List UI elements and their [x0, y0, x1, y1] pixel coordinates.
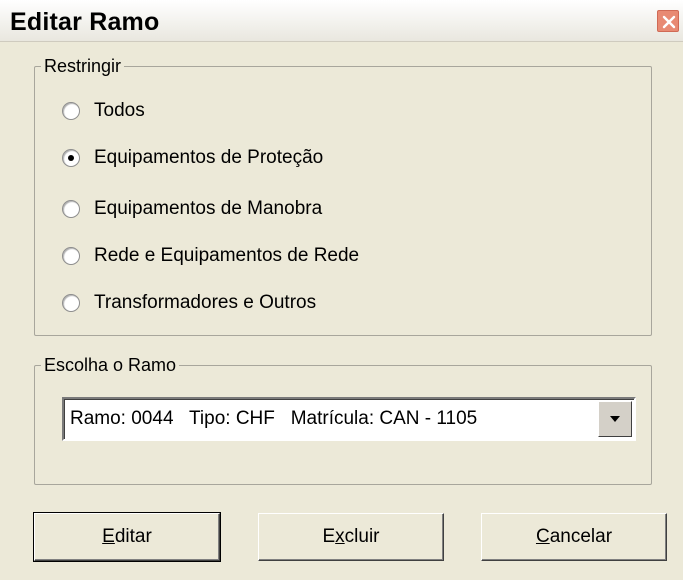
cancel-button-accel: C — [535, 526, 550, 547]
radio-label: Equipamentos de Proteção — [94, 147, 324, 168]
radio-button[interactable] — [62, 200, 80, 218]
radio-label: Todos — [94, 100, 145, 121]
radio-transformadores[interactable]: Transformadores e Outros — [62, 290, 316, 316]
branch-legend: Escolha o Ramo — [44, 355, 177, 375]
delete-button-accel: x — [335, 526, 345, 547]
radio-label: Rede e Equipamentos de Rede — [94, 245, 360, 266]
radio-todos[interactable]: Todos — [62, 98, 145, 124]
delete-button[interactable]: Excluir — [258, 513, 444, 561]
dialog-window: Editar Ramo Restringir Todos Equipamento… — [0, 0, 683, 580]
edit-button[interactable]: Editar — [33, 512, 221, 562]
radio-button[interactable] — [62, 294, 80, 312]
restrict-legend: Restringir — [44, 56, 122, 76]
cancel-button[interactable]: Cancelar — [481, 513, 667, 561]
delete-button-label-post: cluir — [344, 526, 380, 547]
radio-label: Equipamentos de Manobra — [94, 198, 323, 219]
edit-button-accel: E — [102, 526, 115, 547]
radio-rede-equipamentos[interactable]: Rede e Equipamentos de Rede — [62, 243, 359, 269]
edit-button-label-post: ditar — [114, 526, 152, 547]
close-icon — [662, 15, 676, 29]
radio-equipamentos-manobra[interactable]: Equipamentos de Manobra — [62, 196, 322, 222]
delete-button-label-pre: E — [322, 526, 336, 547]
cancel-button-label-post: ancelar — [549, 526, 613, 547]
chevron-down-icon — [610, 416, 620, 422]
window-title: Editar Ramo — [10, 8, 160, 36]
radio-label: Transformadores e Outros — [94, 292, 317, 313]
radio-button[interactable] — [62, 102, 80, 120]
branch-select[interactable]: Ramo: 0044 Tipo: CHF Matrícula: CAN - 11… — [62, 397, 636, 441]
close-button[interactable] — [657, 10, 679, 32]
title-bar[interactable]: Editar Ramo — [0, 0, 683, 42]
branch-select-value: Ramo: 0044 Tipo: CHF Matrícula: CAN - 11… — [70, 408, 478, 429]
radio-equipamentos-protecao[interactable]: Equipamentos de Proteção — [62, 145, 323, 171]
radio-button[interactable] — [62, 247, 80, 265]
dropdown-button[interactable] — [598, 401, 632, 437]
radio-button-selected[interactable] — [62, 149, 80, 167]
